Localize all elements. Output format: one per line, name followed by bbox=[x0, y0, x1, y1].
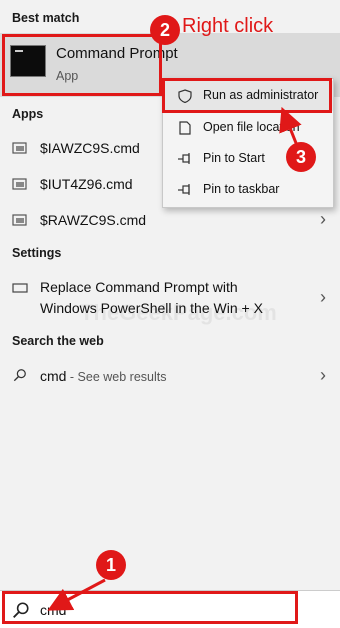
step-2-badge: 2 bbox=[150, 15, 180, 45]
watermark: TheGeekPage.com bbox=[80, 300, 277, 325]
settings-item-line1: Replace Command Prompt with bbox=[40, 279, 238, 295]
context-item-label: Pin to Start bbox=[203, 151, 265, 165]
step-3-badge: 3 bbox=[286, 142, 316, 172]
file-location-icon bbox=[179, 121, 191, 135]
app-item-label: $RAWZC9S.cmd bbox=[40, 212, 147, 228]
web-query: cmd bbox=[40, 368, 67, 384]
chevron-right-icon[interactable]: › bbox=[320, 209, 326, 230]
pin-icon bbox=[178, 184, 190, 195]
context-item-label: Pin to taskbar bbox=[203, 182, 280, 196]
context-item-open-file-location[interactable]: Open file location bbox=[163, 113, 333, 143]
highlight-best-match bbox=[2, 34, 162, 96]
context-item-pin-to-taskbar[interactable]: Pin to taskbar bbox=[163, 175, 333, 205]
right-click-label: Right click bbox=[182, 15, 274, 37]
context-item-label: Open file location bbox=[203, 120, 300, 134]
monitor-icon bbox=[12, 283, 28, 293]
search-web-title: Search the web bbox=[12, 334, 104, 348]
app-item-label: $IUT4Z96.cmd bbox=[40, 176, 133, 192]
highlight-run-as-admin bbox=[162, 78, 332, 113]
cmd-file-icon bbox=[12, 142, 27, 154]
cmd-file-icon bbox=[12, 178, 27, 190]
settings-title: Settings bbox=[12, 246, 62, 260]
chevron-right-icon[interactable]: › bbox=[320, 365, 326, 386]
best-match-title: Best match bbox=[12, 11, 80, 25]
apps-title: Apps bbox=[12, 107, 44, 121]
chevron-right-icon[interactable]: › bbox=[320, 287, 326, 308]
app-item-label: $IAWZC9S.cmd bbox=[40, 140, 140, 156]
app-item[interactable]: $RAWZC9S.cmd › bbox=[0, 209, 340, 233]
step-1-badge: 1 bbox=[96, 550, 126, 580]
highlight-search-bar bbox=[2, 591, 298, 624]
web-search-item[interactable]: cmd - See web results › bbox=[0, 364, 340, 390]
search-icon bbox=[13, 369, 26, 382]
web-suffix: - See web results bbox=[66, 370, 167, 384]
pin-icon bbox=[178, 153, 190, 164]
cmd-file-icon bbox=[12, 214, 27, 226]
